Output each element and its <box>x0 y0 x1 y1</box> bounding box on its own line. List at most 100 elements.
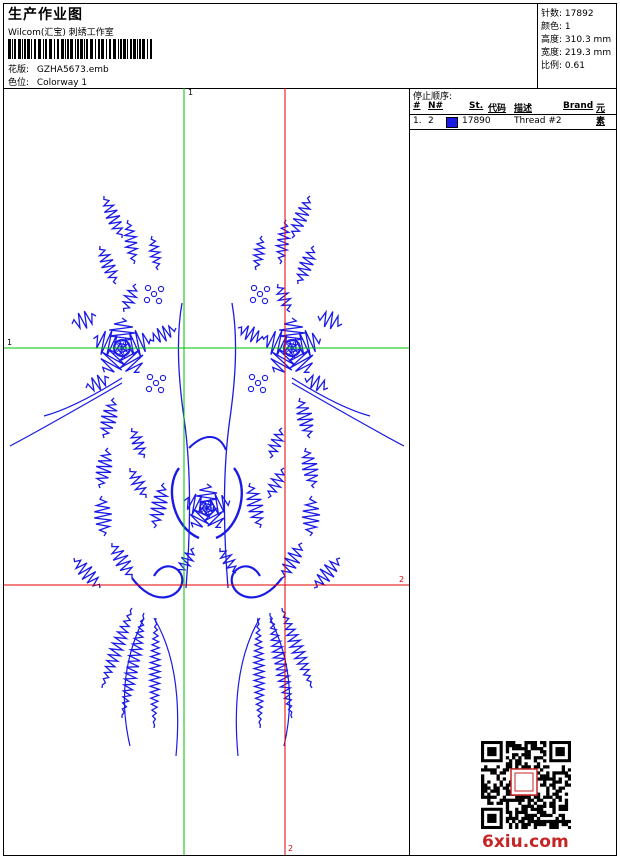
vine-leaf-left <box>129 427 147 459</box>
leaf-left <box>149 324 177 343</box>
stat-scale-label: 比例: <box>541 61 563 71</box>
vine-leaf-right <box>300 447 319 489</box>
page-title: 生产作业图 <box>8 7 83 23</box>
spray-leaf-left <box>147 235 163 271</box>
axis-label-green-left: 1 <box>7 338 13 347</box>
colorway-label: 色位: <box>8 78 30 88</box>
stat-stitches-label: 针数: <box>541 9 563 19</box>
seed-dots-right <box>259 386 267 394</box>
design-line: 花版: GZHA5673.emb <box>8 62 109 75</box>
vine-leaf-right <box>301 495 321 537</box>
seed-dots-right <box>250 284 258 292</box>
stop-sequence-panel: 停止顺序: # N# St. 代码 描述 Brand 元素 1. 2 17890… <box>410 88 616 855</box>
design-file: GZHA5673.emb <box>36 65 109 75</box>
leaf-right <box>237 325 265 344</box>
seed-dots-right <box>256 290 264 298</box>
axis-label-red-right: 2 <box>399 575 405 584</box>
sweep-stem-left <box>9 382 123 447</box>
seed-dots-right <box>249 296 257 304</box>
vine-leaf-right <box>313 557 341 589</box>
seed-dots-left <box>155 297 163 305</box>
swirl-right <box>230 565 283 599</box>
embroidery-pattern <box>9 195 405 757</box>
company-name: Wilcom(汇宝) 刺绣工作室 <box>8 28 114 38</box>
leaf-left <box>71 310 97 331</box>
stat-height-label: 高度: <box>541 35 563 45</box>
stat-scale: 比例: 0.61 <box>541 58 585 71</box>
row-desc: Thread #2 <box>514 116 562 126</box>
stat-height: 高度: 310.3 mm <box>541 32 611 45</box>
watermark: 6xiu.com <box>482 832 569 852</box>
qr-code <box>481 741 571 829</box>
seed-dots-left <box>157 285 165 293</box>
seed-dots-right <box>261 374 269 382</box>
seed-dots-left <box>157 386 165 394</box>
seed-dots-left <box>159 374 167 382</box>
row-num: 1. <box>413 116 422 126</box>
seed-dots-right <box>248 373 256 381</box>
stat-height-value: 310.3 mm <box>564 35 612 45</box>
vine-leaf-right <box>267 427 285 459</box>
spray-leaf-left <box>121 283 139 313</box>
colorway-value: Colorway 1 <box>36 78 88 88</box>
spray-leaf-right <box>295 245 317 285</box>
vine-leaf-right <box>295 397 314 439</box>
sequence-table-header: # N# St. 代码 描述 Brand 元素 <box>413 101 613 127</box>
sequence-row: 1. 2 17890 Thread #2 <box>410 114 616 130</box>
center-stem-right <box>223 302 237 589</box>
swirl-left <box>131 565 184 599</box>
vine-leaf-left <box>94 447 113 489</box>
grass-leaf-left <box>121 612 145 719</box>
barcode <box>8 39 152 59</box>
seed-dots-right <box>263 285 271 293</box>
row-stitches: 17890 <box>462 116 491 126</box>
spray-leaf-left <box>102 195 124 239</box>
seed-dots-left <box>143 296 151 304</box>
vine-leaf-left <box>110 542 134 579</box>
stat-colors-value: 1 <box>564 22 571 32</box>
spray-leaf-right <box>289 195 313 239</box>
thread-color-swatch <box>446 117 458 128</box>
grass-stem-left <box>153 617 179 757</box>
axis-label-red-bottom: 2 <box>288 844 294 853</box>
grass-leaf-left <box>147 617 163 729</box>
vine-leaf-left <box>128 468 148 498</box>
seed-dots-right <box>247 385 255 393</box>
col-brand: Brand <box>563 101 594 111</box>
vine-leaf-right <box>266 467 286 499</box>
stat-stitches: 针数: 17892 <box>541 6 594 19</box>
col-desc: 描述 <box>514 104 533 114</box>
axis-label-green-top: 1 <box>188 88 194 97</box>
center-leaf <box>177 547 196 574</box>
design-canvas: 1 1 2 2 <box>4 88 410 855</box>
stat-colors: 颜色: 1 <box>541 19 571 32</box>
center-leaf <box>245 482 265 529</box>
leaf-right <box>304 373 329 392</box>
center-leaf <box>148 482 170 529</box>
seed-dots-left <box>146 373 154 381</box>
col-stitches: St. <box>469 101 484 111</box>
seed-dots-right <box>254 379 262 387</box>
seed-dots-left <box>144 284 152 292</box>
grass-leaf-left <box>101 607 133 689</box>
spray-leaf-left <box>97 245 119 285</box>
stat-width-label: 宽度: <box>541 48 563 58</box>
stat-scale-value: 0.61 <box>564 61 585 71</box>
leaf-right <box>317 309 343 330</box>
stat-width: 宽度: 219.3 mm <box>541 45 611 58</box>
header: 生产作业图 Wilcom(汇宝) 刺绣工作室 花版: GZHA5673.emb … <box>4 4 616 89</box>
vine-leaf-left <box>99 397 118 439</box>
seed-dots-left <box>145 385 153 393</box>
design-label: 花版: <box>8 65 30 75</box>
spray-leaf-right <box>251 235 267 271</box>
col-needle: N# <box>428 101 444 111</box>
col-num: # <box>413 101 421 111</box>
col-code: 代码 <box>488 104 507 114</box>
seed-dots-left <box>152 379 160 387</box>
stat-colors-label: 颜色: <box>541 22 563 32</box>
center-arch <box>188 436 227 451</box>
seed-dots-right <box>261 297 269 305</box>
spray-leaf-right <box>274 219 292 265</box>
spray-leaf-left <box>122 219 140 265</box>
center-swirl <box>170 467 200 540</box>
